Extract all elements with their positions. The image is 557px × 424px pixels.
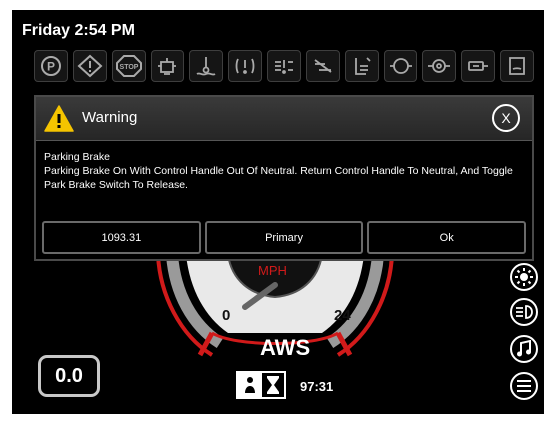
dialog-button-row: 1093.31 Primary Ok bbox=[42, 221, 527, 254]
hours-value: 97:31 bbox=[300, 379, 334, 394]
dialog-header: Warning X bbox=[36, 97, 532, 141]
close-button[interactable]: X bbox=[492, 104, 520, 132]
fluid-reservoir-icon bbox=[500, 50, 534, 82]
engine-oil-icon bbox=[383, 50, 418, 82]
operator-icon bbox=[238, 373, 262, 397]
warning-icon bbox=[44, 105, 74, 132]
brightness-button[interactable] bbox=[510, 263, 538, 291]
svg-text:P: P bbox=[47, 60, 55, 74]
dialog-message: Parking Brake On With Control Handle Out… bbox=[44, 165, 513, 191]
air-filter-icon bbox=[305, 50, 340, 82]
stop-icon: STOP bbox=[111, 50, 146, 82]
headlight-button[interactable] bbox=[510, 298, 538, 326]
menu-button[interactable] bbox=[510, 372, 538, 400]
dialog-title: Warning bbox=[82, 109, 138, 126]
dialog-heading: Parking Brake bbox=[44, 151, 110, 163]
music-icon bbox=[517, 340, 531, 357]
warning-diamond-icon bbox=[72, 50, 107, 82]
primary-button[interactable]: Primary bbox=[204, 221, 364, 254]
gauge-unit: MPH bbox=[258, 263, 287, 278]
transmission-icon bbox=[422, 50, 457, 82]
parking-brake-icon: P bbox=[34, 50, 68, 82]
engine-hours-button[interactable] bbox=[236, 371, 286, 399]
coolant-temp-icon bbox=[189, 50, 224, 82]
svg-text:STOP: STOP bbox=[119, 64, 138, 71]
clock-text: Friday 2:54 PM bbox=[22, 22, 135, 39]
menu-icon bbox=[517, 380, 531, 392]
close-icon: X bbox=[501, 110, 511, 126]
speedometer-gauge: MPH 0 24 AWS bbox=[150, 254, 400, 365]
warning-dialog: Warning X Parking Brake Parking Brake On… bbox=[34, 95, 534, 261]
dialog-body: Parking Brake Parking Brake On With Cont… bbox=[44, 150, 524, 192]
hydraulic-filter-icon bbox=[267, 50, 301, 82]
steering-mode: AWS bbox=[260, 335, 311, 360]
brightness-icon bbox=[515, 268, 533, 286]
music-button[interactable] bbox=[510, 335, 538, 363]
engine-hours-icon bbox=[150, 50, 185, 82]
headlight-icon bbox=[516, 305, 533, 319]
code-button[interactable]: 1093.31 bbox=[42, 221, 201, 254]
hourglass-icon bbox=[262, 373, 284, 397]
gauge-max-label: 24 bbox=[334, 307, 351, 324]
tell-tale-bar: P STOP bbox=[34, 50, 534, 82]
ok-button[interactable]: Ok bbox=[367, 221, 527, 254]
speed-readout[interactable]: 0.0 bbox=[38, 355, 100, 397]
battery-charge-icon bbox=[461, 50, 496, 82]
gauge-min-label: 0 bbox=[222, 307, 231, 324]
hydraulic-warning-icon bbox=[228, 50, 263, 82]
fuel-level-icon bbox=[344, 50, 379, 82]
